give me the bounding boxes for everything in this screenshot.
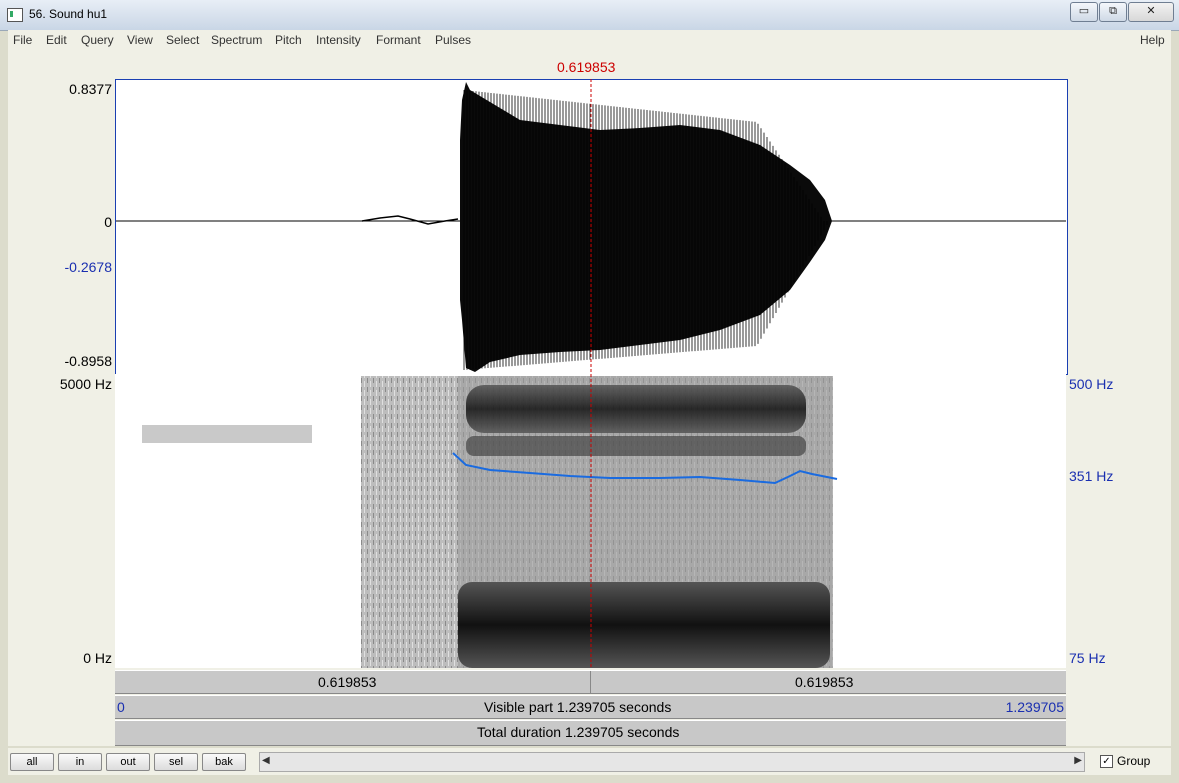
cursor-left-time: 0.619853: [318, 674, 377, 690]
spec-formant-mid: [466, 436, 806, 456]
group-checkbox[interactable]: ✓: [1100, 755, 1113, 768]
zoom-back-button[interactable]: bak: [202, 753, 246, 771]
time-bar-total[interactable]: Total duration 1.239705 seconds: [115, 720, 1066, 746]
zoom-out-button[interactable]: out: [106, 753, 150, 771]
visible-end: 1.239705: [1005, 699, 1064, 715]
wave-onset: [361, 215, 459, 225]
time-bar-cursor[interactable]: 0.619853 0.619853: [115, 670, 1066, 694]
scroll-left-icon[interactable]: ◀: [262, 755, 270, 766]
spec-formant-high: [466, 385, 806, 433]
cursor-right-time: 0.619853: [795, 674, 854, 690]
bottom-toolbar: all in out sel bak ◀ ▶ ✓ Group: [8, 748, 1171, 775]
spec-faint-noise: [142, 425, 312, 443]
total-duration-text: Total duration 1.239705 seconds: [477, 724, 680, 740]
praat-sound-editor-window: 56. Sound hu1 ▭ ⧉ ✕ File Edit Query View…: [0, 0, 1179, 783]
signal-drawing: [116, 79, 1066, 669]
zoom-sel-button[interactable]: sel: [154, 753, 198, 771]
visible-part-text: Visible part 1.239705 seconds: [484, 699, 672, 715]
spec-formant-low: [458, 582, 830, 668]
cursor-split: [590, 671, 591, 693]
time-bar-visible[interactable]: 0 Visible part 1.239705 seconds 1.239705: [115, 695, 1066, 719]
scroll-right-icon[interactable]: ▶: [1074, 755, 1082, 766]
visible-start: 0: [117, 699, 125, 715]
zoom-in-button[interactable]: in: [58, 753, 102, 771]
time-scrollbar[interactable]: ◀ ▶: [259, 752, 1085, 772]
zoom-all-button[interactable]: all: [10, 753, 54, 771]
group-label: Group: [1117, 754, 1151, 768]
